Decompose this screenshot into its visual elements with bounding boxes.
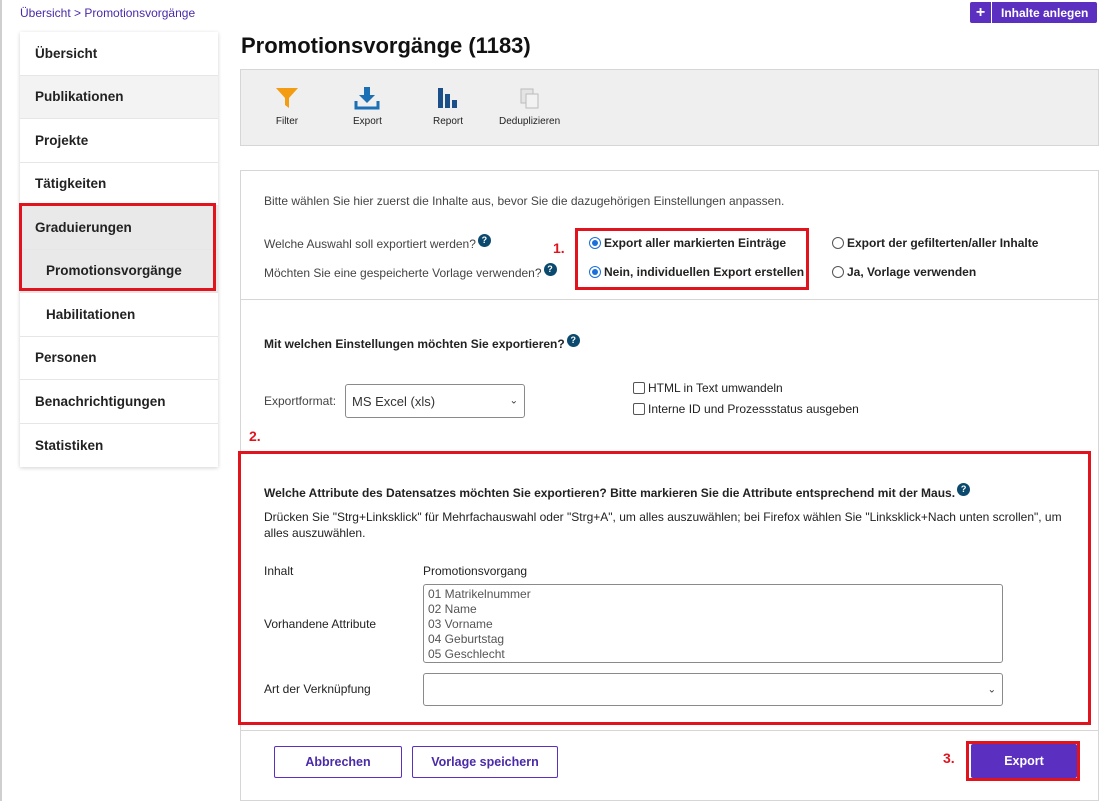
breadcrumb-current[interactable]: Promotionsvorgänge xyxy=(84,6,195,20)
sidebar-item-benachrichtigungen[interactable]: Benachrichtigungen xyxy=(20,380,218,424)
sidebar-item-label: Projekte xyxy=(35,132,89,148)
sidebar-item-habilitationen[interactable]: Habilitationen xyxy=(20,293,218,337)
link-type-label: Art der Verknüpfung xyxy=(264,682,371,696)
sidebar-item-label: Statistiken xyxy=(35,437,104,453)
export-button[interactable]: Export xyxy=(971,744,1077,778)
help-icon[interactable]: ? xyxy=(543,263,557,276)
sidebar-item-label: Übersicht xyxy=(35,45,98,61)
breadcrumb: Übersicht > Promotionsvorgänge xyxy=(20,6,195,20)
bar-chart-icon xyxy=(438,88,457,108)
checkbox-label: HTML in Text umwandeln xyxy=(648,381,783,395)
settings-heading-label: Mit welchen Einstellungen möchten Sie ex… xyxy=(264,337,565,351)
export-selection-label: Welche Auswahl soll exportiert werden? xyxy=(264,237,476,251)
radio-use-template[interactable]: Ja, Vorlage verwenden xyxy=(832,265,976,279)
attribute-option[interactable]: 01 Matrikelnummer xyxy=(428,587,998,602)
export-selection-question: Welche Auswahl soll exportiert werden?? xyxy=(264,234,491,251)
checkbox-label: Interne ID und Prozessstatus ausgeben xyxy=(648,402,859,416)
add-content-button[interactable]: + Inhalte anlegen xyxy=(970,2,1098,23)
step-3-marker: 3. xyxy=(943,750,955,766)
attributes-hint: Drücken Sie "Strg+Linksklick" für Mehrfa… xyxy=(264,510,1062,540)
export-format-value: MS Excel (xls) xyxy=(352,393,436,409)
radio-export-filtered[interactable]: Export der gefilterten/aller Inhalte xyxy=(832,236,1038,250)
attributes-heading: Welche Attribute des Datensatzes möchten… xyxy=(264,483,971,500)
radio-indicator-checked xyxy=(589,237,601,249)
save-template-button[interactable]: Vorlage speichern xyxy=(412,746,558,778)
sidebar-item-graduierungen[interactable]: Graduierungen xyxy=(20,206,218,250)
radio-label: Nein, individuellen Export erstellen xyxy=(604,265,805,279)
sidebar-item-publikationen[interactable]: Publikationen xyxy=(20,75,218,119)
filter-icon xyxy=(276,88,298,108)
sidebar-item-label: Personen xyxy=(35,350,97,366)
page-title: Promotionsvorgänge (1183) xyxy=(241,33,531,58)
sidebar-item-label: Tätigkeiten xyxy=(35,176,107,192)
attribute-option[interactable]: 04 Geburtstag xyxy=(428,632,998,647)
attribute-option[interactable]: 05 Geschlecht xyxy=(428,647,998,662)
filter-tool[interactable]: Filter xyxy=(275,86,299,127)
filter-label: Filter xyxy=(275,116,299,127)
export-format-label: Exportformat: xyxy=(264,394,337,408)
breadcrumb-separator: > xyxy=(74,6,82,20)
duplicate-icon xyxy=(520,88,539,109)
export-tool[interactable]: Export xyxy=(353,86,382,127)
sidebar-item-uebersicht[interactable]: Übersicht xyxy=(20,32,218,76)
template-question-label: Möchten Sie eine gespeicherte Vorlage ve… xyxy=(264,266,542,280)
radio-label: Export der gefilterten/aller Inhalte xyxy=(847,236,1039,250)
radio-indicator xyxy=(832,237,844,249)
sidebar-item-label: Graduierungen xyxy=(35,219,132,235)
download-icon xyxy=(354,87,380,110)
content-label: Inhalt xyxy=(264,564,294,578)
radio-label: Export aller markierten Einträge xyxy=(604,236,787,250)
checkbox-box xyxy=(633,403,645,415)
report-label: Report xyxy=(433,116,464,127)
section-divider xyxy=(240,299,1099,300)
help-icon[interactable]: ? xyxy=(477,234,491,247)
attributes-heading-label: Welche Attribute des Datensatzes möchten… xyxy=(264,486,956,500)
checkbox-html-to-text[interactable]: HTML in Text umwandeln xyxy=(633,381,783,395)
sidebar-item-promotionsvorgaenge[interactable]: Promotionsvorgänge xyxy=(20,249,218,293)
toolbar: Filter Export Report Deduplizieren xyxy=(240,69,1099,146)
checkbox-internal-ids[interactable]: Interne ID und Prozessstatus ausgeben xyxy=(633,402,859,416)
step-2-marker: 2. xyxy=(249,428,261,444)
dedup-label: Deduplizieren xyxy=(499,116,561,127)
sidebar-item-label: Benachrichtigungen xyxy=(35,393,166,409)
add-content-label: Inhalte anlegen xyxy=(1001,5,1089,20)
radio-label: Ja, Vorlage verwenden xyxy=(847,265,977,279)
export-label: Export xyxy=(353,116,382,127)
cancel-button[interactable]: Abbrechen xyxy=(274,746,402,778)
sidebar-item-taetigkeiten[interactable]: Tätigkeiten xyxy=(20,163,218,206)
template-question: Möchten Sie eine gespeicherte Vorlage ve… xyxy=(264,263,557,280)
attributes-label: Vorhandene Attribute xyxy=(264,617,377,631)
sidebar-item-personen[interactable]: Personen xyxy=(20,337,218,380)
report-tool[interactable]: Report xyxy=(433,86,463,127)
sidebar-item-label: Publikationen xyxy=(35,89,124,105)
step-1-marker: 1. xyxy=(553,240,565,256)
plus-icon: + xyxy=(970,2,992,23)
export-format-select[interactable]: MS Excel (xls) ⌄ xyxy=(345,384,525,418)
section-divider xyxy=(240,730,1099,731)
link-type-select[interactable]: ⌄ xyxy=(423,673,1003,706)
attribute-option[interactable]: 02 Name xyxy=(428,602,998,617)
help-icon[interactable]: ? xyxy=(957,483,971,496)
sidebar-item-label: Habilitationen xyxy=(46,306,136,322)
checkbox-box xyxy=(633,382,645,394)
chevron-down-icon: ⌄ xyxy=(509,395,518,407)
help-icon[interactable]: ? xyxy=(566,334,580,347)
radio-indicator-checked xyxy=(589,266,601,278)
sidebar-item-projekte[interactable]: Projekte xyxy=(20,119,218,163)
sidebar-item-label: Promotionsvorgänge xyxy=(46,263,182,279)
content-value: Promotionsvorgang xyxy=(423,564,528,578)
chevron-down-icon: ⌄ xyxy=(987,684,996,695)
breadcrumb-home[interactable]: Übersicht xyxy=(20,6,71,20)
attributes-listbox[interactable]: 01 Matrikelnummer 02 Name 03 Vorname 04 … xyxy=(423,584,1003,663)
attribute-option[interactable]: 03 Vorname xyxy=(428,617,998,632)
dedup-tool[interactable]: Deduplizieren xyxy=(499,86,560,127)
settings-heading: Mit welchen Einstellungen möchten Sie ex… xyxy=(264,334,580,351)
section1-intro: Bitte wählen Sie hier zuerst die Inhalte… xyxy=(264,194,785,208)
radio-individual-export[interactable]: Nein, individuellen Export erstellen xyxy=(589,265,804,279)
radio-indicator xyxy=(832,266,844,278)
sidebar: Übersicht Publikationen Projekte Tätigke… xyxy=(20,32,218,467)
radio-export-marked[interactable]: Export aller markierten Einträge xyxy=(589,236,786,250)
sidebar-item-statistiken[interactable]: Statistiken xyxy=(20,424,218,468)
